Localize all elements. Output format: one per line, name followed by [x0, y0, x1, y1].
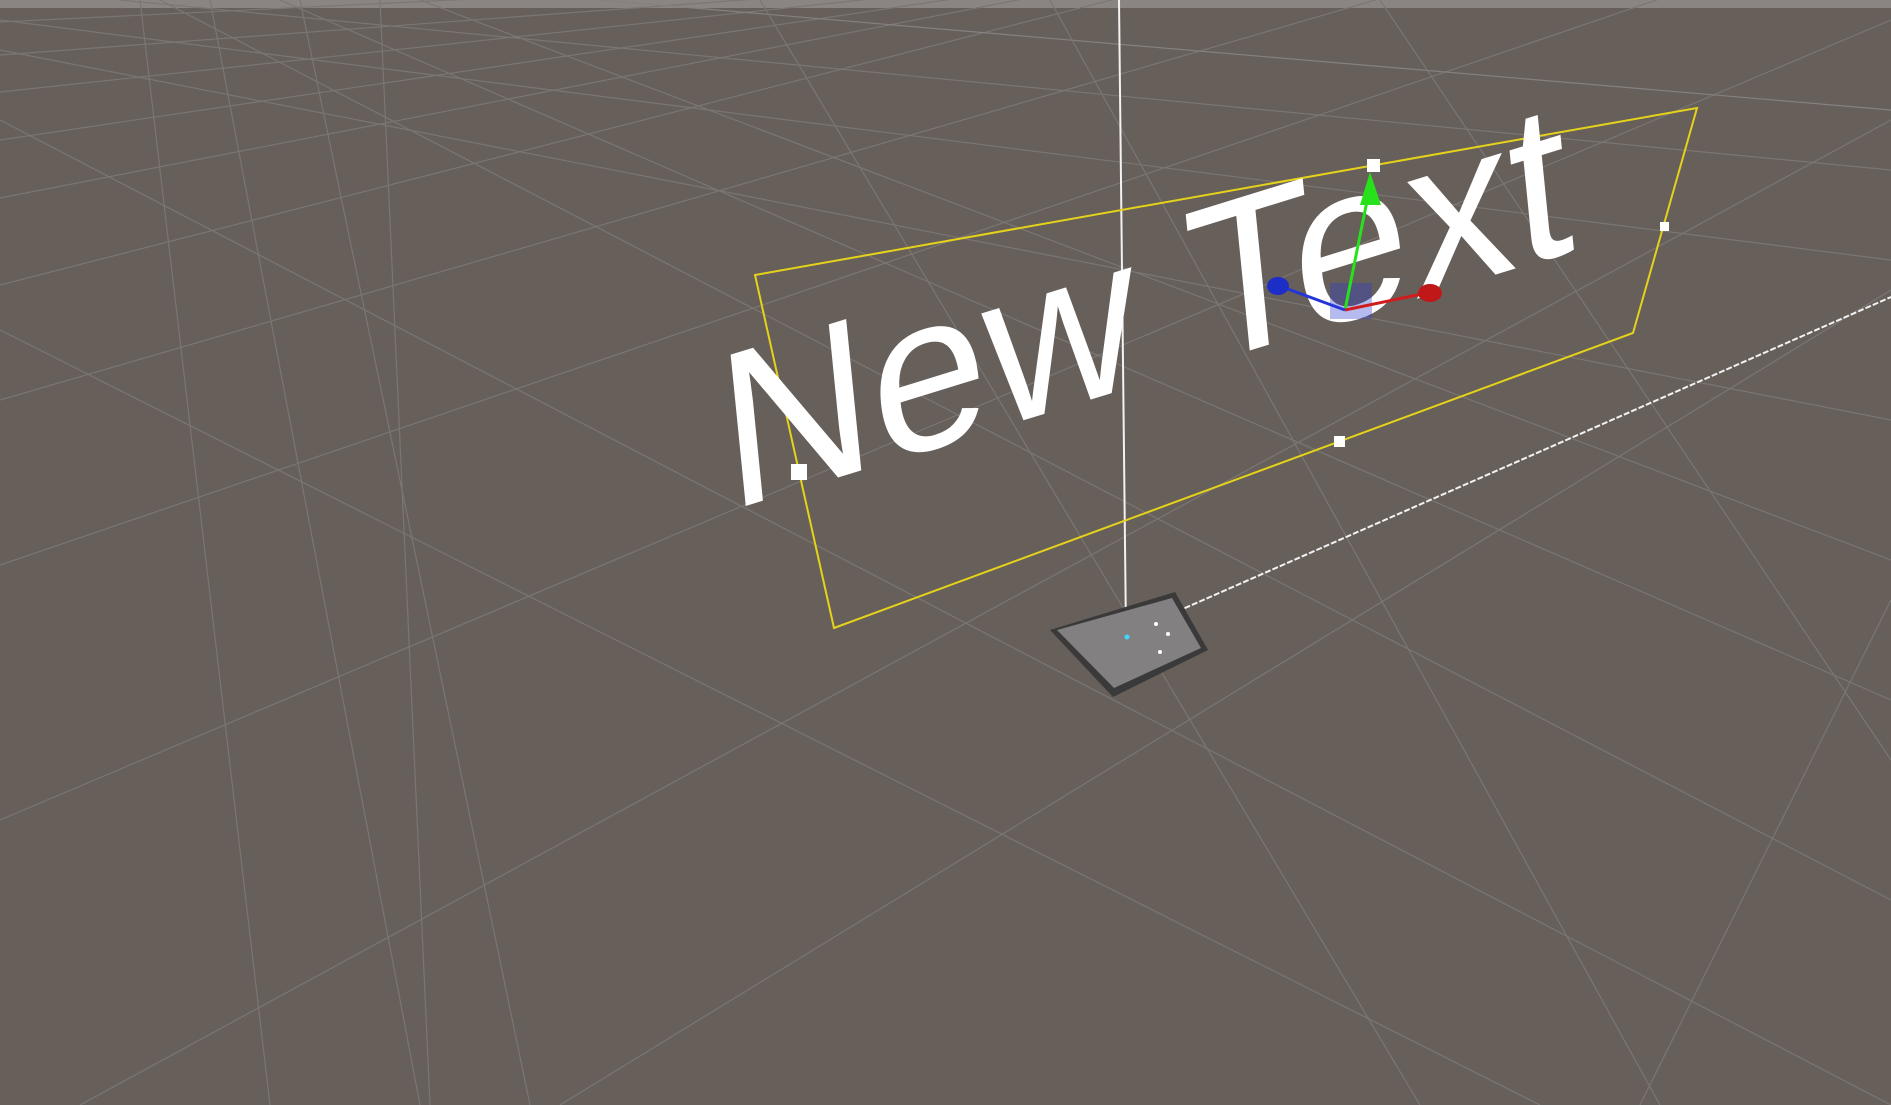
rect-handle-bottom[interactable]: [1334, 436, 1345, 447]
scene-background: [0, 0, 1891, 1105]
rect-handle-left[interactable]: [791, 464, 807, 480]
gizmo-plane-handle[interactable]: [1330, 283, 1372, 319]
rect-handle-right[interactable]: [1660, 222, 1669, 231]
x-axis-cone-icon[interactable]: [1418, 284, 1442, 302]
scene-canvas[interactable]: New Text: [0, 0, 1891, 1105]
scene-viewport[interactable]: New Text: [0, 0, 1891, 1105]
canvas-pivot-icon: [1124, 634, 1130, 640]
canvas-point-icon: [1154, 622, 1158, 626]
z-axis-cone-icon[interactable]: [1267, 277, 1289, 295]
canvas-point-icon: [1166, 632, 1170, 636]
rect-handle-top[interactable]: [1367, 159, 1380, 172]
canvas-point-icon: [1158, 650, 1162, 654]
